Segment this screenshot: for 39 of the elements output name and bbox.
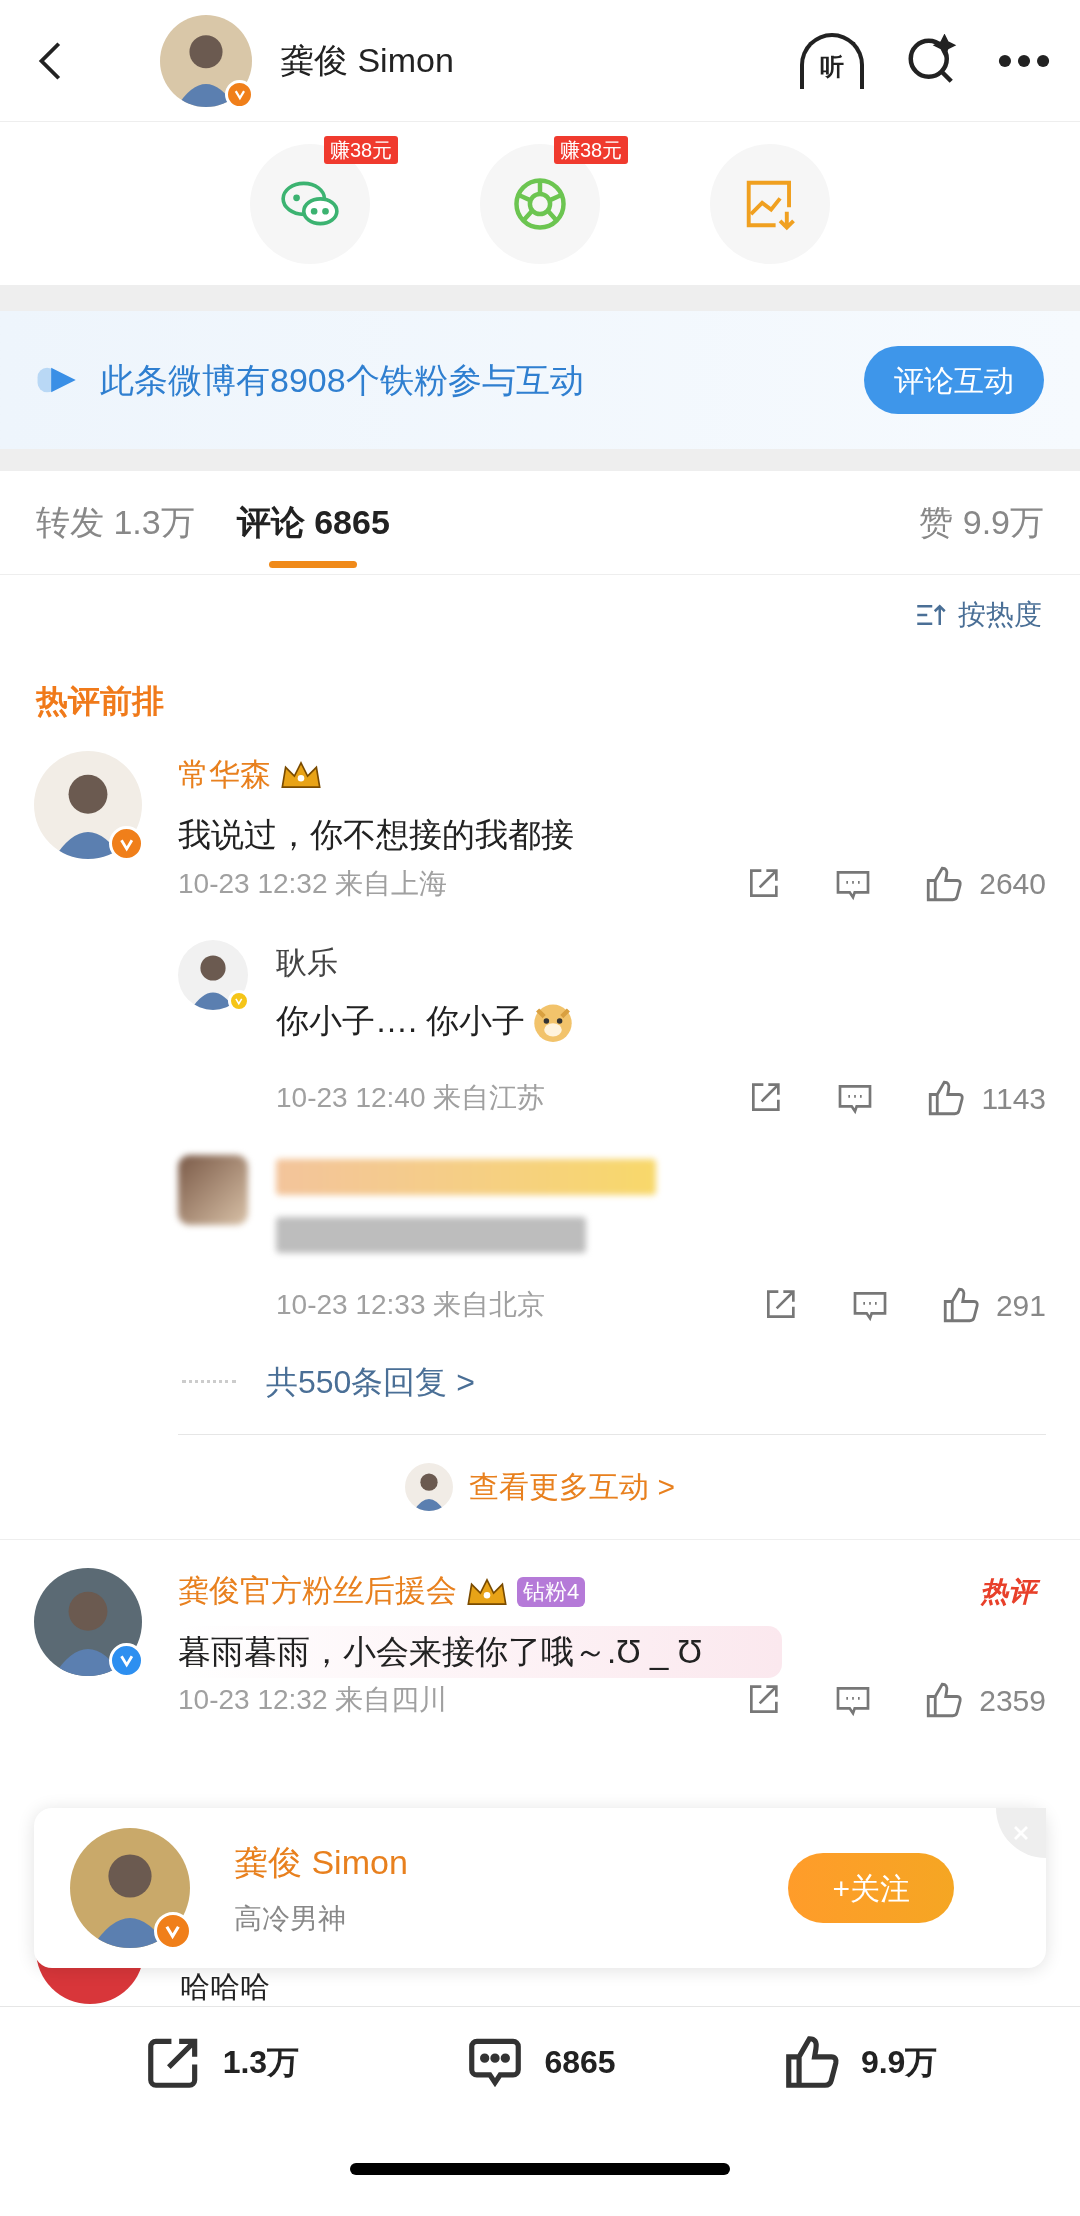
- tab[interactable]: 评论 6865: [236, 471, 390, 574]
- more-icon[interactable]: [998, 53, 1050, 68]
- more-replies-link[interactable]: 共550条回复 >: [266, 1357, 475, 1406]
- tab[interactable]: 赞 9.9万: [919, 471, 1044, 574]
- like-count: 1143: [981, 1080, 1046, 1117]
- comment-meta: 10-23 12:32 来自上海: [178, 866, 448, 901]
- user-name: 耿乐: [276, 944, 339, 982]
- like-count: 2359: [979, 1682, 1046, 1719]
- reply-text: 你小子…. 你小子: [276, 1001, 526, 1041]
- sort-button[interactable]: 按热度: [916, 594, 1042, 636]
- like-count: 2640: [979, 866, 1046, 902]
- reward-badge: 赚38元: [554, 135, 629, 164]
- sort-icon: [916, 602, 946, 628]
- comment-meta: 10-23 12:32 来自四川: [178, 1683, 448, 1717]
- account-name: 龚俊 Simon: [234, 1841, 408, 1883]
- account-description: 高冷男神: [234, 1901, 347, 1936]
- fan-badge: 钻粉4: [517, 1576, 586, 1607]
- comment-text: 暮雨暮雨，小会来接你了哦～.Ʊ _ Ʊ: [178, 1625, 783, 1678]
- user-name: 常华森: [178, 755, 271, 794]
- account-name: 龚俊 Simon: [280, 40, 454, 81]
- listen-button[interactable]: 听: [800, 32, 864, 89]
- repost-button[interactable]: 1.3万: [142, 2031, 300, 2093]
- like-button[interactable]: 9.9万: [780, 2031, 938, 2093]
- comment-meta: 10-23 12:40 来自江苏: [276, 1081, 546, 1115]
- more-interactions-link[interactable]: 查看更多互动 >: [469, 1464, 675, 1509]
- like-count: 291: [995, 1287, 1046, 1324]
- user-name: 龚俊官方粉丝后援会: [178, 1572, 457, 1611]
- comment-text: 哈哈哈: [180, 1970, 270, 2004]
- section-title: 热评前排: [36, 682, 164, 721]
- comment-interact-button[interactable]: 评论互动: [864, 346, 1044, 414]
- comment-button[interactable]: 6865: [464, 2031, 616, 2093]
- dotted-line: [182, 1380, 236, 1383]
- reward-badge: 赚38元: [324, 135, 399, 164]
- banner-text: 此条微博有8908个铁粉参与互动: [100, 359, 584, 401]
- comment-text: 我说过，你不想接的我都接: [178, 815, 574, 855]
- hot-tag: 热评: [974, 1571, 1046, 1612]
- tab[interactable]: 转发 1.3万: [36, 471, 195, 574]
- comment-meta: 10-23 12:33 来自北京: [276, 1288, 546, 1322]
- blurred-avatar: [178, 1154, 248, 1225]
